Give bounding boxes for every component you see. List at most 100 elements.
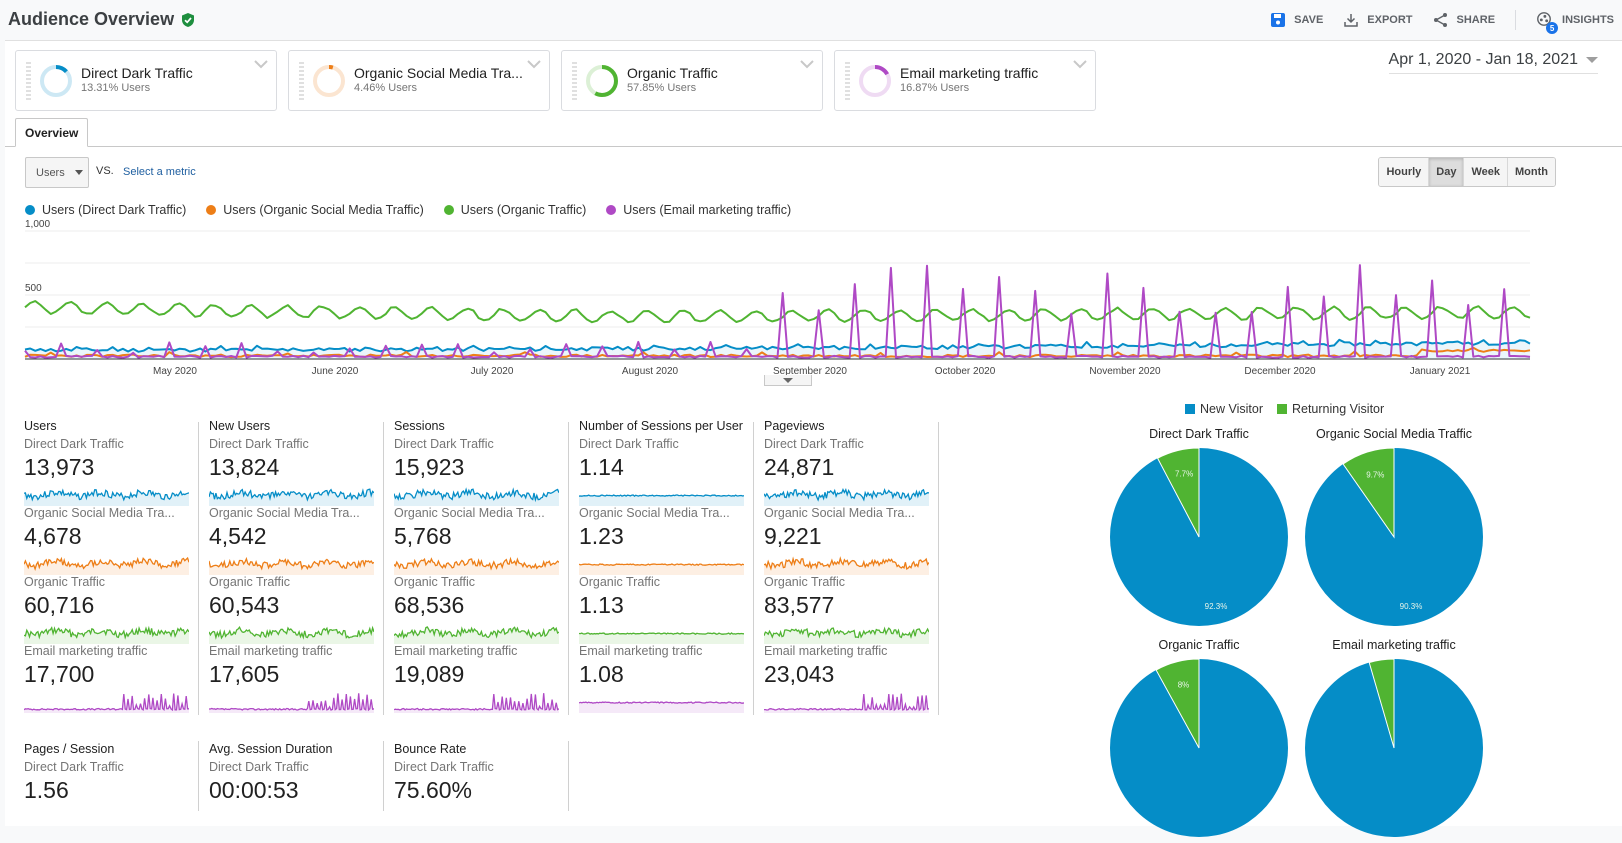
legend-label: Returning Visitor <box>1291 402 1385 416</box>
sparkline-line <box>24 693 189 712</box>
legend-item[interactable]: New Visitor <box>1185 402 1263 416</box>
tile-value: 1.56 <box>24 777 69 803</box>
segment-name: Email marketing traffic <box>900 65 1039 81</box>
tile-title: Pages / Session <box>24 742 115 756</box>
metric-tile[interactable]: Number of Sessions per User Direct Dark T… <box>579 419 764 713</box>
tile-divider <box>568 741 569 811</box>
select-metric-link[interactable]: Select a metric <box>123 166 196 178</box>
drag-handle[interactable] <box>299 62 304 100</box>
segment-card[interactable]: Organic Traffic 57.85% Users <box>561 50 823 111</box>
chart-expand-toggle[interactable] <box>764 375 812 386</box>
save-label: SAVE <box>1294 14 1324 26</box>
legend-item[interactable]: Users (Direct Dark Traffic) <box>25 203 186 217</box>
x-tick-label: November 2020 <box>1089 366 1161 377</box>
x-tick-label: January 2021 <box>1410 366 1471 377</box>
legend-item[interactable]: Users (Email marketing traffic) <box>606 203 791 217</box>
sparkline <box>24 488 189 506</box>
sparkline <box>579 632 744 644</box>
drag-handle[interactable] <box>572 62 577 100</box>
export-button[interactable]: EXPORT <box>1343 12 1413 28</box>
segment-card[interactable]: Organic Social Media Tra... 4.46% Users <box>288 50 550 111</box>
x-tick-label: May 2020 <box>153 366 197 377</box>
tile-title: Pageviews <box>764 419 825 433</box>
share-button[interactable]: SHARE <box>1433 12 1495 28</box>
tile-segment-label: Direct Dark Traffic <box>394 437 494 451</box>
sparkline <box>394 556 559 575</box>
save-button[interactable]: SAVE <box>1270 12 1323 28</box>
pie-title: Email marketing traffic <box>1332 638 1456 652</box>
segment-name: Organic Social Media Tra... <box>354 65 523 81</box>
metric-tile[interactable]: Pages / Session Direct Dark Traffic 1.56 <box>24 742 209 806</box>
tile-value: 1.23 <box>579 523 624 549</box>
tile-segment-label: Organic Social Media Tra... <box>764 506 915 520</box>
export-label: EXPORT <box>1367 14 1413 26</box>
tile-value: 13,973 <box>24 454 95 480</box>
metric-tile[interactable]: Sessions Direct Dark Traffic 15,923 Organic… <box>394 419 579 713</box>
pie-label-returning: 9.7% <box>1366 471 1384 480</box>
tile-segment-label: Organic Traffic <box>764 575 846 589</box>
sparkline <box>209 625 374 644</box>
tile-segment-label: Direct Dark Traffic <box>24 760 124 774</box>
interval-week[interactable]: Week <box>1463 158 1508 186</box>
tile-divider <box>938 422 939 715</box>
legend-item[interactable]: Users (Organic Traffic) <box>443 203 586 217</box>
segment-donut <box>586 65 618 97</box>
users-line-chart[interactable]: 1,000 500 May 2020 June 2020 July 2020 August… <box>5 219 1565 379</box>
pie-title: Organic Social Media Traffic <box>1315 427 1473 441</box>
tile-value: 17,605 <box>209 661 280 687</box>
chevron-down-icon[interactable] <box>800 59 814 69</box>
tile-value: 00:00:53 <box>209 777 299 803</box>
tile-title: Sessions <box>394 419 445 433</box>
pie-chart[interactable]: Direct Dark Traffic 7.7% 92.3% <box>1099 427 1299 632</box>
tile-divider <box>753 422 754 715</box>
chevron-down-icon[interactable] <box>1073 59 1087 69</box>
chevron-down-icon[interactable] <box>254 59 268 69</box>
insights-button[interactable]: 5 INSIGHTS <box>1536 11 1614 34</box>
pie-svg: 8% <box>1110 658 1288 837</box>
tile-divider <box>568 422 569 715</box>
metric-dropdown[interactable]: Users <box>25 157 89 188</box>
date-range-picker[interactable]: Apr 1, 2020 - Jan 18, 2021 <box>1388 51 1598 74</box>
legend-label: New Visitor <box>1200 402 1263 416</box>
legend-dot <box>606 205 617 215</box>
interval-month[interactable]: Month <box>1507 158 1555 186</box>
tile-divider <box>198 422 199 715</box>
drag-handle[interactable] <box>845 62 850 100</box>
legend-item[interactable]: Users (Organic Social Media Traffic) <box>206 203 424 217</box>
interval-hourly[interactable]: Hourly <box>1379 158 1429 186</box>
pie-label-returning: 8% <box>1178 681 1190 690</box>
legend-item[interactable]: Returning Visitor <box>1276 402 1385 416</box>
vs-label: VS. <box>96 165 114 177</box>
drag-handle[interactable] <box>26 62 31 100</box>
pie-chart[interactable]: Organic Social Media Traffic 9.7% 90.3% <box>1294 427 1494 632</box>
legend-label: Users (Organic Social Media Traffic) <box>223 203 424 217</box>
page-title-text: Audience Overview <box>8 9 175 29</box>
interval-day[interactable]: Day <box>1428 158 1464 186</box>
metric-tile[interactable]: New Users Direct Dark Traffic 13,824 Organi… <box>209 419 394 713</box>
segment-card[interactable]: Direct Dark Traffic 13.31% Users <box>15 50 277 111</box>
metric-tile[interactable]: Users Direct Dark Traffic 13,973 Organic So… <box>24 419 209 713</box>
tile-value: 4,542 <box>209 523 267 549</box>
sparkline <box>394 487 559 506</box>
metric-tile[interactable]: Bounce Rate Direct Dark Traffic 75.60% <box>394 742 579 806</box>
tile-segment-label: Direct Dark Traffic <box>579 437 679 451</box>
segment-card[interactable]: Email marketing traffic 16.87% Users <box>834 50 1096 111</box>
tile-segment-label: Direct Dark Traffic <box>209 760 309 774</box>
metric-tile[interactable]: Pageviews Direct Dark Traffic 24,871 Organi… <box>764 419 949 713</box>
tile-value: 13,824 <box>209 454 280 480</box>
report-panel: Direct Dark Traffic 13.31% Users Organic… <box>5 40 1622 837</box>
tile-value: 75.60% <box>394 777 473 803</box>
chevron-down-icon[interactable] <box>527 59 541 69</box>
tile-value: 1.14 <box>579 454 624 480</box>
pie-chart[interactable]: Organic Traffic 8% <box>1099 638 1299 843</box>
sparkline <box>764 626 929 644</box>
tile-value: 24,871 <box>764 454 835 480</box>
metric-tile[interactable]: Avg. Session Duration Direct Dark Traffic… <box>209 742 394 806</box>
pie-chart[interactable]: Email marketing traffic <box>1294 638 1494 843</box>
tab-overview[interactable]: Overview <box>15 118 89 147</box>
tile-segment-label: Organic Social Media Tra... <box>579 506 730 520</box>
x-tick-label: June 2020 <box>312 366 359 377</box>
caret-down-icon <box>1586 57 1598 63</box>
tile-value: 19,089 <box>394 661 465 687</box>
sparkline-fill <box>579 633 744 644</box>
